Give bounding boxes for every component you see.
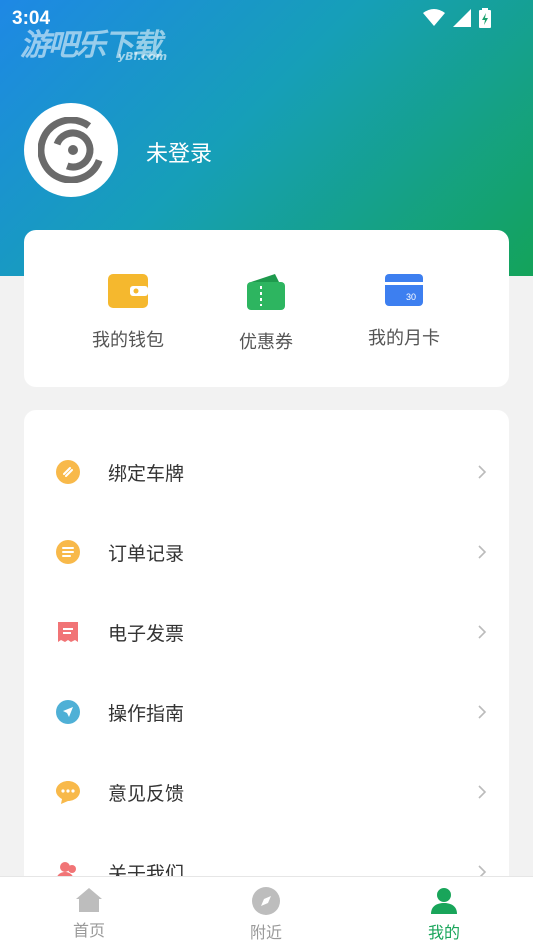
menu-item-label: 绑定车牌 [108, 462, 185, 485]
wallet-item-monthly-card[interactable]: 30 我的月卡 [344, 274, 464, 350]
home-icon [76, 888, 102, 912]
wallet-item-label: 我的钱包 [92, 330, 164, 351]
tab-label: 附近 [249, 923, 282, 942]
receipt-icon [58, 622, 78, 642]
chevron-right-icon [478, 545, 487, 559]
compass-icon [252, 887, 280, 915]
avatar[interactable] [24, 103, 118, 197]
watermark-subtext: yBl.com [118, 50, 168, 63]
wallet-icon [108, 274, 148, 308]
wifi-icon [423, 9, 445, 26]
menu-item-invoice[interactable]: 电子发票 [24, 592, 509, 672]
status-bar: 3:04 [0, 0, 533, 36]
wallet-item-wallet[interactable]: 我的钱包 [68, 274, 188, 352]
navigate-icon [56, 700, 80, 724]
tab-nearby[interactable]: 附近 [226, 887, 306, 943]
login-status-text[interactable]: 未登录 [146, 136, 212, 168]
tab-home[interactable]: 首页 [49, 887, 129, 941]
menu-item-bind-plate[interactable]: 绑定车牌 [24, 432, 509, 512]
chat-icon [56, 781, 80, 804]
app-logo-icon [38, 117, 104, 183]
status-icons [423, 8, 491, 28]
signal-icon [453, 9, 471, 27]
tab-label: 首页 [72, 921, 105, 940]
wallet-item-label: 我的月卡 [368, 328, 440, 349]
chevron-right-icon [478, 465, 487, 479]
menu-card: 绑定车牌 订单记录 电子发票 操作指南 意见反馈 关于我们 [24, 410, 509, 910]
wallet-item-coupon[interactable]: 优惠券 [206, 274, 326, 354]
chevron-right-icon [478, 785, 487, 799]
tab-label: 我的 [427, 923, 460, 942]
chevron-right-icon [478, 705, 487, 719]
svg-text:30: 30 [406, 292, 416, 302]
menu-item-guide[interactable]: 操作指南 [24, 672, 509, 752]
wallet-item-label: 优惠券 [239, 332, 293, 353]
wallet-card: 我的钱包 优惠券 30 我的月卡 [24, 230, 509, 387]
menu-item-label: 电子发票 [108, 622, 185, 645]
user-icon [431, 888, 457, 914]
coupon-icon [247, 274, 285, 310]
chevron-right-icon [478, 625, 487, 639]
bottom-tab-bar: 首页 附近 我的 [0, 876, 533, 948]
link-icon [56, 460, 80, 484]
list-icon [56, 540, 80, 564]
battery-icon [479, 8, 491, 28]
monthly-card-icon: 30 [385, 274, 423, 306]
menu-item-label: 意见反馈 [108, 782, 185, 805]
menu-item-label: 操作指南 [108, 702, 185, 725]
tab-mine[interactable]: 我的 [404, 887, 484, 943]
menu-item-orders[interactable]: 订单记录 [24, 512, 509, 592]
status-time: 3:04 [12, 8, 51, 29]
menu-item-label: 订单记录 [108, 542, 185, 565]
menu-item-feedback[interactable]: 意见反馈 [24, 752, 509, 832]
